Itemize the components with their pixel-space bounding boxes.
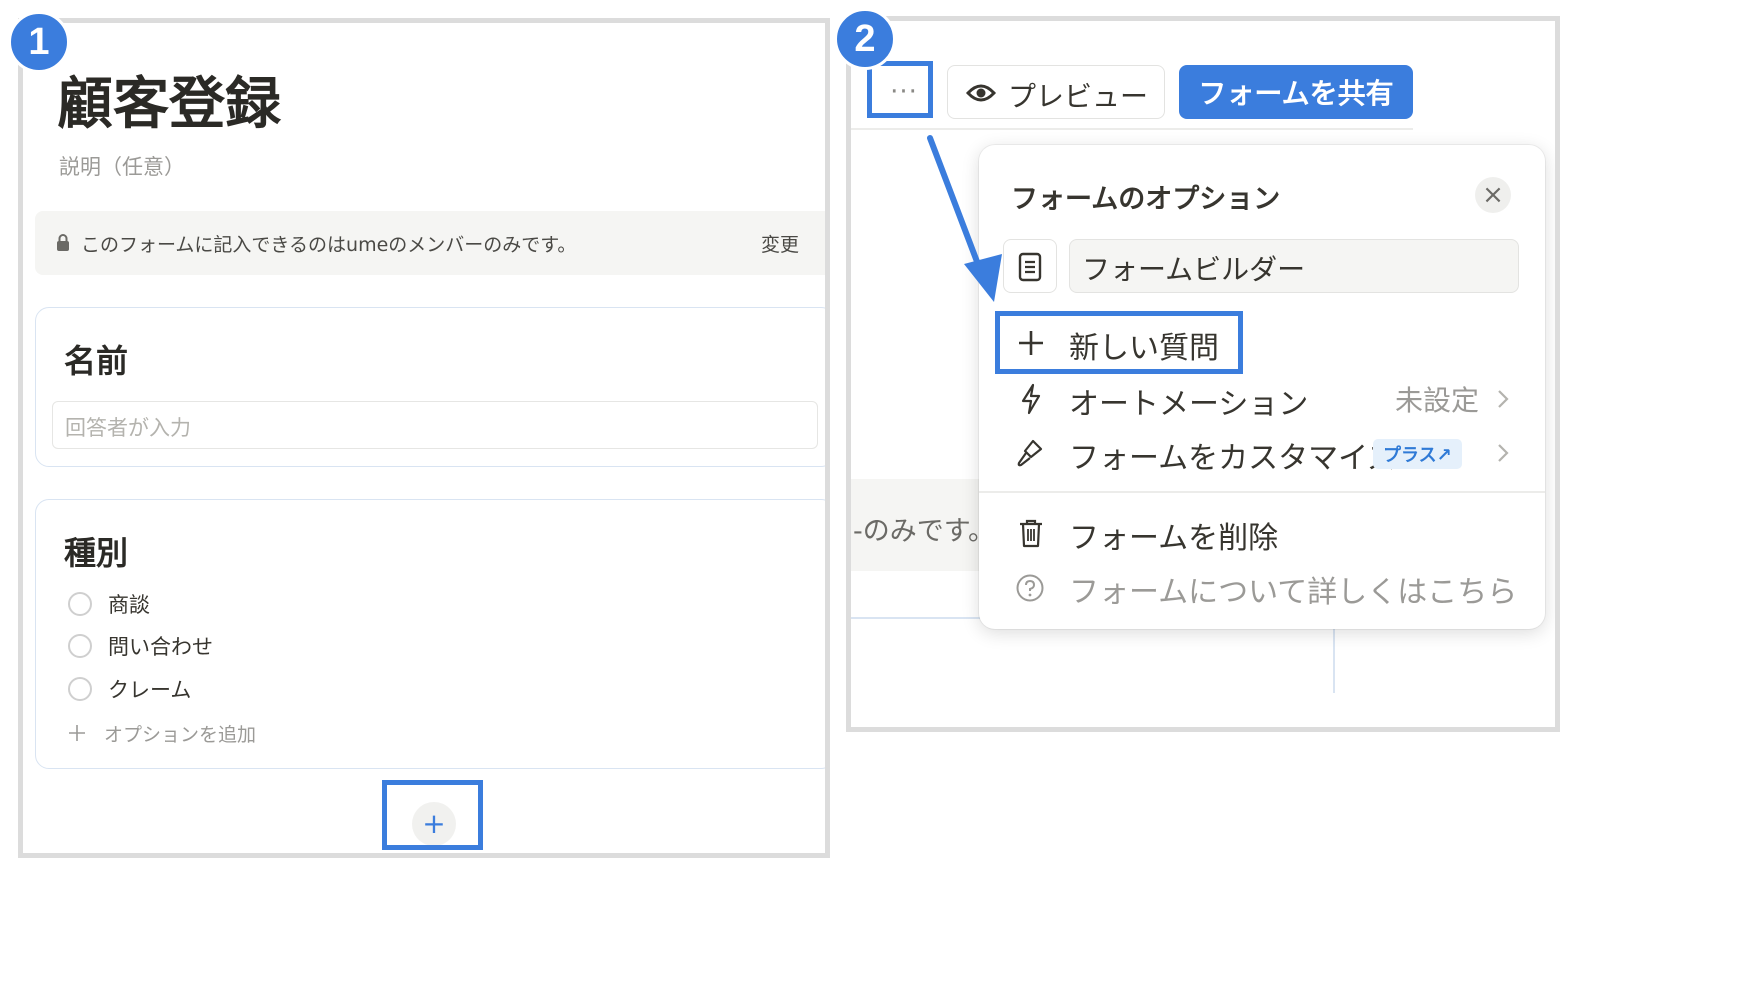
automation-status: 未設定 (1395, 384, 1480, 417)
access-notice-text: このフォームに記入できるのはumeのメンバーのみです。 (81, 234, 577, 256)
step-badge-1: 1 (8, 11, 70, 73)
close-icon: × (1482, 180, 1504, 210)
form-name-input[interactable]: フォームビルダー (1069, 239, 1519, 293)
form-name-value: フォームビルダー (1082, 253, 1306, 286)
option-label[interactable]: クレーム (108, 674, 191, 704)
share-form-button[interactable]: フォームを共有 (1179, 65, 1413, 119)
add-option-label: オプションを追加 (104, 724, 257, 746)
menu-item-label: フォームを削除 (1069, 521, 1279, 556)
menu-item-label: オートメーション (1069, 387, 1309, 422)
question-title[interactable]: 種別 (64, 528, 128, 574)
close-button[interactable]: × (1475, 177, 1511, 213)
step-badge-2: 2 (834, 8, 896, 70)
answer-input-placeholder: 回答者が入力 (52, 401, 818, 449)
highlight-more-button (867, 61, 933, 118)
form-icon-button[interactable] (1003, 239, 1057, 293)
pointer-arrow (927, 135, 1002, 302)
preview-label: プレビュー (1008, 80, 1149, 113)
option-label[interactable]: 商談 (108, 589, 150, 619)
popover-title: フォームのオプション (1011, 184, 1281, 215)
menu-divider (979, 491, 1545, 493)
menu-item-label: フォームをカスタマイズ (1069, 441, 1398, 476)
chevron-right-icon (1498, 444, 1509, 462)
answer-placeholder-text: 回答者が入力 (65, 416, 191, 440)
question-title[interactable]: 名前 (64, 336, 128, 382)
document-icon (1018, 252, 1042, 282)
paintbrush-icon (1017, 439, 1043, 467)
option-label[interactable]: 問い合わせ (108, 631, 213, 661)
radio-option-1[interactable] (68, 592, 92, 616)
form-options-popover: フォームのオプション × フォームビルダー 新しい質問 オートメーション 未設定 (979, 145, 1545, 629)
form-options-panel: ··· プレビュー フォームを共有 -のみです。 フォームのオプション × フォ… (846, 16, 1560, 732)
background-card-edge-vertical (1333, 627, 1335, 693)
menu-item-label: フォームについて詳しくはこちら (1069, 575, 1518, 610)
form-title[interactable]: 顧客登録 (57, 59, 281, 140)
help-circle-icon (1016, 574, 1044, 602)
lock-icon (57, 234, 69, 251)
highlight-add-question (382, 780, 483, 850)
plus-plan-badge: プラス↗ (1373, 439, 1462, 469)
plus-icon (69, 725, 85, 741)
highlight-new-question (995, 311, 1243, 374)
menu-item-automation[interactable]: オートメーション 未設定 (1003, 371, 1523, 427)
menu-item-delete[interactable]: フォームを削除 (1003, 505, 1523, 561)
chevron-right-icon (1498, 390, 1509, 408)
radio-option-3[interactable] (68, 677, 92, 701)
radio-option-2[interactable] (68, 634, 92, 658)
trash-icon (1020, 519, 1042, 548)
menu-item-customize[interactable]: フォームをカスタマイズ プラス↗ (1003, 425, 1523, 481)
form-description[interactable]: 説明（任意） (59, 151, 185, 181)
menu-item-learn-more[interactable]: フォームについて詳しくはこちら (1003, 559, 1523, 615)
preview-button[interactable]: プレビュー (947, 65, 1165, 119)
change-access-link[interactable]: 変更 (761, 230, 799, 257)
form-editor-panel: 顧客登録 説明（任意） このフォームに記入できるのはumeのメンバーのみです。 … (18, 18, 830, 858)
question-card-name[interactable]: 名前 回答者が入力 (35, 307, 825, 467)
eye-icon (966, 84, 996, 102)
share-form-label: フォームを共有 (1198, 77, 1394, 110)
background-notice-text: -のみです。 (853, 516, 996, 547)
lightning-icon (1021, 383, 1041, 415)
access-notice-bar: このフォームに記入できるのはumeのメンバーのみです。 変更 (35, 211, 825, 275)
question-card-type[interactable]: 種別 商談 問い合わせ クレーム オプションを追加 (35, 499, 825, 769)
toolbar-divider (851, 128, 1413, 130)
